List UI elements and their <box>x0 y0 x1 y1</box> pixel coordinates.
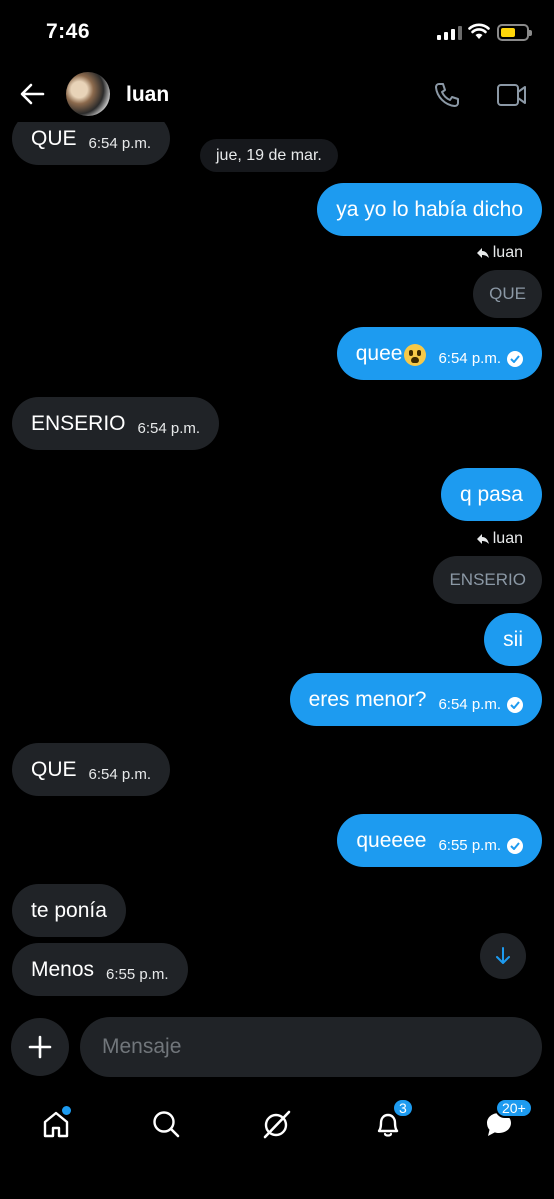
status-time: 7:46 <box>46 20 91 43</box>
scroll-to-bottom-button[interactable] <box>480 933 526 979</box>
nav-messages[interactable]: 20+ <box>479 1098 533 1144</box>
reply-to-name: luan <box>492 530 523 547</box>
status-bar: 7:46 <box>0 0 554 66</box>
message-text: ya yo lo había dicho <box>336 197 523 221</box>
message-text: eres menor? <box>308 687 427 711</box>
phone-icon[interactable] <box>432 80 462 110</box>
bottom-nav: 3 20+ <box>0 1090 554 1199</box>
unread-dot <box>62 1106 71 1115</box>
message-time: 6:54 p.m. <box>88 135 152 152</box>
message-time: 6:54 p.m. <box>438 350 501 367</box>
message-text: quee <box>355 341 403 365</box>
cellular-signal-icon <box>437 26 462 40</box>
grok-icon <box>263 1110 291 1139</box>
message-meta: 6:55 p.m. <box>438 837 523 854</box>
message-bubble-incoming[interactable]: QUE 6:54 p.m. <box>12 743 171 796</box>
message-text: ENSERIO <box>31 411 126 435</box>
quoted-message[interactable]: QUE <box>473 270 542 318</box>
read-check-icon <box>507 350 523 367</box>
avatar[interactable] <box>66 72 110 116</box>
message-bubble-outgoing[interactable]: q pasa <box>440 468 542 521</box>
message-text: te ponía <box>31 898 107 922</box>
reply-to-name: luan <box>492 244 523 261</box>
reply-indicator: luan <box>476 244 523 262</box>
message-time: 6:55 p.m. <box>106 966 169 983</box>
plus-icon <box>28 1035 52 1059</box>
message-time: 6:55 p.m. <box>438 837 501 854</box>
message-bubble-outgoing[interactable]: eres menor? 6:54 p.m. <box>289 673 542 726</box>
message-bubble-outgoing[interactable]: quee 6:54 p.m. <box>336 327 542 380</box>
message-bubble-outgoing[interactable]: sii <box>484 613 542 666</box>
battery-icon <box>497 24 532 41</box>
reply-indicator: luan <box>476 530 523 548</box>
message-input[interactable] <box>80 1017 542 1077</box>
chat-header: luan <box>0 66 554 122</box>
add-attachment-button[interactable] <box>11 1018 69 1076</box>
back-arrow-icon[interactable] <box>18 80 46 108</box>
reply-icon <box>476 534 489 544</box>
message-text: QUE <box>31 126 77 150</box>
contact-name[interactable]: luan <box>126 83 169 107</box>
nav-grok[interactable] <box>257 1104 297 1144</box>
message-time: 6:54 p.m. <box>137 420 201 437</box>
message-meta: 6:54 p.m. <box>438 350 523 367</box>
message-text: Menos <box>31 957 95 981</box>
message-meta: 6:54 p.m. <box>438 696 523 713</box>
message-bubble-incoming[interactable]: ENSERIO 6:54 p.m. <box>12 397 220 450</box>
message-text: sii <box>503 627 523 651</box>
video-call-icon[interactable] <box>496 82 528 108</box>
message-text: queeee <box>356 828 427 852</box>
message-time: 6:54 p.m. <box>438 696 501 713</box>
search-icon <box>153 1111 180 1138</box>
message-time: 6:54 p.m. <box>88 766 152 783</box>
message-text: QUE <box>31 757 77 781</box>
message-bubble-incoming[interactable]: Menos 6:55 p.m. <box>12 943 188 996</box>
notifications-badge: 3 <box>392 1098 414 1118</box>
message-bubble-outgoing[interactable]: queeee 6:55 p.m. <box>337 814 542 867</box>
message-bubble-outgoing[interactable]: ya yo lo había dicho <box>317 183 542 236</box>
nav-home[interactable] <box>36 1104 76 1144</box>
arrow-down-icon <box>496 947 510 964</box>
nav-notifications[interactable]: 3 <box>368 1098 414 1144</box>
message-bubble-incoming[interactable]: QUE 6:54 p.m. <box>12 122 171 165</box>
message-bubble-incoming[interactable]: te ponía <box>12 884 126 937</box>
reply-icon <box>476 248 489 258</box>
loudly-crying-face-icon <box>404 343 427 366</box>
wifi-icon <box>468 23 490 39</box>
message-text: q pasa <box>459 482 523 506</box>
nav-search[interactable] <box>146 1104 186 1144</box>
messages-badge: 20+ <box>495 1098 533 1118</box>
message-list[interactable]: QUE 6:54 p.m. jue, 19 de mar. ya yo lo h… <box>0 122 554 1012</box>
date-separator: jue, 19 de mar. <box>200 139 338 172</box>
read-check-icon <box>507 696 523 713</box>
read-check-icon <box>507 837 523 854</box>
quoted-message[interactable]: ENSERIO <box>433 556 542 604</box>
